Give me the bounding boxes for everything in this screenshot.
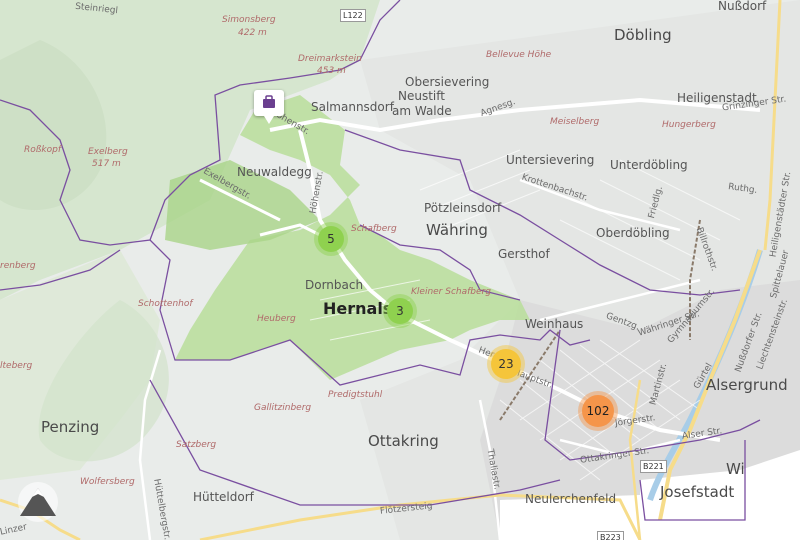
locality-label-neulerchenfeld: Neulerchenfeld <box>525 492 617 506</box>
location-pin[interactable] <box>254 90 284 124</box>
locality-label-untersievering: Untersievering <box>506 153 595 167</box>
hill-altitude-exelberg: 517 m <box>92 159 121 169</box>
locality-label-potzleinsdorf: Pötzleinsdorf <box>424 201 502 215</box>
locality-label-obersievering: Obersievering <box>405 75 490 89</box>
hill-label-satzberg: Satzberg <box>176 440 217 450</box>
road-shield-b221: B221 <box>640 460 667 473</box>
hill-label-schottenhof: Schottenhof <box>138 299 193 309</box>
hill-label-bellevue: Bellevue Höhe <box>486 50 552 60</box>
road-shield-l122: L122 <box>340 9 366 22</box>
hill-label-meiselberg: Meiselberg <box>550 117 600 127</box>
district-label-penzing: Penzing <box>41 418 100 436</box>
hill-label-predigtstuhl: Predigtstuhl <box>328 390 383 400</box>
locality-label-weinhaus: Weinhaus <box>525 317 584 331</box>
hill-label-renberg: renberg <box>0 261 36 271</box>
hill-label-schafberg: Schafberg <box>351 224 397 234</box>
mountain-logo-icon <box>18 482 58 522</box>
map-base-layer <box>0 0 800 540</box>
locality-label-oberdobling: Oberdöbling <box>596 226 670 240</box>
locality-label-neuwaldegg: Neuwaldegg <box>237 165 312 179</box>
locality-label-gersthof: Gersthof <box>498 247 550 261</box>
locality-label-nussdorf: Nußdorf <box>718 0 767 13</box>
locality-label-unterdobling: Unterdöbling <box>610 158 688 172</box>
cluster-marker[interactable]: 3 <box>387 298 413 324</box>
hill-label-simonsberg: Simonsberg <box>222 15 276 25</box>
hill-label-gallitzinberg: Gallitzinberg <box>254 403 312 413</box>
locality-label-hutteldorf: Hütteldorf <box>193 490 254 504</box>
district-label-hernals: Hernals <box>323 299 393 318</box>
district-label-wahring: Währing <box>426 221 488 239</box>
district-label-josefstadt: Josefstadt <box>660 483 735 501</box>
district-label-alsergrund: Alsergrund <box>706 376 788 394</box>
locality-label-neustift: Neustift <box>398 89 445 103</box>
map-canvas[interactable]: Döbling Währing Hernals Ottakring Penzin… <box>0 0 800 540</box>
locality-label-salmannsdorf: Salmannsdorf <box>311 100 394 114</box>
cluster-marker[interactable]: 5 <box>318 226 344 252</box>
hill-label-lteberg: lteberg <box>0 361 33 371</box>
district-label-ottakring: Ottakring <box>368 432 439 450</box>
district-label-wi: Wi <box>726 460 745 478</box>
hill-label-wolfersberg: Wolfersberg <box>80 477 135 487</box>
cluster-marker[interactable]: 102 <box>582 395 614 427</box>
hill-label-kleiner-schafberg: Kleiner Schafberg <box>411 287 491 297</box>
hill-label-dreimarkstein: Dreimarkstein <box>298 54 362 64</box>
hill-label-heuberg: Heuberg <box>257 314 296 324</box>
briefcase-icon <box>263 95 275 108</box>
district-label-dobling: Döbling <box>614 26 672 44</box>
locality-label-am-walde: am Walde <box>392 104 452 118</box>
hill-label-exelberg: Exelberg <box>88 147 128 157</box>
hill-altitude-simonsberg: 422 m <box>238 28 267 38</box>
hill-label-hungerberg: Hungerberg <box>662 120 716 130</box>
road-shield-b223: B223 <box>597 531 624 540</box>
locality-label-dornbach: Dornbach <box>305 278 364 292</box>
cluster-marker[interactable]: 23 <box>491 349 521 379</box>
hill-altitude-dreimarkstein: 453 m <box>317 66 346 76</box>
hill-label-rosskopf: Roßkopf <box>24 145 62 155</box>
